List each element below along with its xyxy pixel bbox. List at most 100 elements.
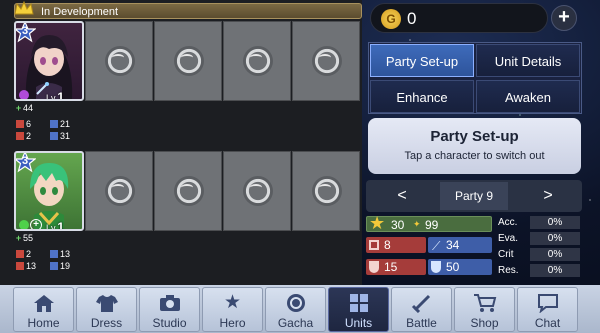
sparkle-icon: ✦ (413, 219, 421, 229)
wand-icon: ⟋ (432, 239, 441, 253)
character-card[interactable]: 3 + Lv.1 (14, 151, 84, 231)
atk-stat: 2 (16, 249, 31, 259)
crit-row: Crit 0% (496, 248, 582, 262)
nav-studio[interactable]: Studio (139, 287, 200, 332)
level-label: Lv.1 (46, 220, 65, 231)
bottom-nav: Home Dress Studio ★ Hero Gacha Units Bat… (0, 285, 600, 333)
grid-icon (329, 291, 388, 315)
def-stat: 13 (16, 261, 36, 271)
resist-row: Res. 0% (496, 264, 582, 278)
party-pager: < Party 9 > (366, 180, 582, 212)
empty-slot[interactable] (154, 21, 222, 101)
nav-hero[interactable]: ★ Hero (202, 287, 263, 332)
party-res-stat: 50 (428, 259, 492, 275)
empty-orb-icon (243, 176, 273, 206)
gold-coin-icon: G (381, 9, 401, 29)
party-row-1: 3 Lv.1 +44 6 21 2 31 (14, 21, 362, 151)
empty-orb-icon (105, 176, 135, 206)
magic-shield-icon (50, 132, 58, 140)
heal-plus-icon: + (15, 103, 22, 113)
prev-party-button[interactable]: < (380, 180, 424, 212)
title-banner: In Development (14, 3, 362, 19)
magic-icon (50, 120, 58, 128)
empty-slot[interactable] (85, 151, 153, 231)
atk-stat: 6 (16, 119, 31, 129)
character-card[interactable]: 3 Lv.1 (14, 21, 84, 101)
mag-stat: 13 (50, 249, 70, 259)
shield-icon (369, 261, 379, 273)
unit-menu: Party Set-up Unit Details Enhance Awaken (368, 42, 582, 114)
nav-shop[interactable]: Shop (454, 287, 515, 332)
nav-units[interactable]: Units (328, 287, 389, 332)
chat-icon (518, 291, 577, 315)
info-subtitle: Tap a character to switch out (404, 150, 545, 162)
heal-plus-icon: + (15, 233, 22, 243)
healer-plus-icon: + (30, 219, 42, 229)
nav-battle[interactable]: Battle (391, 287, 452, 332)
camera-icon (140, 291, 199, 315)
enhance-button[interactable]: Enhance (370, 80, 474, 113)
info-title: Party Set-up (430, 128, 519, 145)
magic-shield-icon (50, 262, 58, 270)
empty-slot[interactable] (223, 151, 291, 231)
add-gold-button[interactable]: + (551, 5, 577, 31)
empty-slot[interactable] (292, 21, 360, 101)
element-dark-icon (19, 90, 29, 99)
gold-amount: 0 (407, 9, 417, 28)
awaken-button[interactable]: Awaken (476, 80, 580, 113)
attack-icon (369, 240, 379, 250)
empty-orb-icon (105, 46, 135, 76)
gold-counter: G 0 (370, 3, 548, 33)
nav-chat[interactable]: Chat (517, 287, 578, 332)
level-label: Lv.1 (46, 90, 65, 101)
mag-stat: 21 (50, 119, 70, 129)
nav-gacha[interactable]: Gacha (265, 287, 326, 332)
def-stat: 2 (16, 131, 31, 141)
star-icon: ★ (369, 213, 386, 233)
empty-orb-icon (174, 176, 204, 206)
unit-details-button[interactable]: Unit Details (476, 44, 580, 77)
attack-icon (16, 250, 24, 258)
star-icon: ★ (223, 292, 242, 313)
orb-icon (266, 291, 325, 315)
party-setup-button[interactable]: Party Set-up (370, 44, 474, 77)
crown-icon (14, 0, 36, 20)
party-def-stat: 15 (366, 259, 426, 275)
empty-slot[interactable] (154, 151, 222, 231)
shield-icon (16, 132, 24, 140)
accuracy-row: Acc. 0% (496, 216, 582, 230)
party-atk-stat: 8 (366, 237, 426, 253)
empty-orb-icon (312, 46, 342, 76)
party-name: Party 9 (440, 182, 508, 210)
nav-dress[interactable]: Dress (76, 287, 137, 332)
attack-icon (16, 120, 24, 128)
rank-badge: 3 (16, 153, 37, 173)
nav-home[interactable]: Home (13, 287, 74, 332)
star-power-stat: ★ 30 ✦ 99 (366, 213, 492, 233)
hp-stat: +44 (15, 103, 34, 113)
party-mag-stat: ⟋ 34 (428, 237, 492, 253)
next-party-button[interactable]: > (526, 180, 570, 212)
shirt-icon (77, 291, 136, 315)
res-stat: 19 (50, 261, 70, 271)
shield-icon (16, 262, 24, 270)
empty-orb-icon (174, 46, 204, 76)
sword-icon (392, 291, 451, 315)
empty-slot[interactable] (85, 21, 153, 101)
party-row-2: 3 + Lv.1 +55 2 13 13 19 (14, 151, 362, 281)
evasion-row: Eva. 0% (496, 232, 582, 246)
info-card: Party Set-up Tap a character to switch o… (368, 118, 581, 174)
empty-orb-icon (312, 176, 342, 206)
empty-slot[interactable] (292, 151, 360, 231)
title-text: In Development (41, 6, 119, 18)
empty-slot[interactable] (223, 21, 291, 101)
home-icon (14, 291, 73, 315)
rank-badge: 3 (16, 23, 37, 43)
magic-icon (50, 250, 58, 258)
magic-shield-icon (431, 261, 441, 273)
res-stat: 31 (50, 131, 70, 141)
cart-icon (455, 291, 514, 315)
party-stats: ★ 30 ✦ 99 8 ⟋ 34 15 50 Acc. 0% Eva. 0% Cri… (366, 213, 582, 280)
element-wind-icon (19, 220, 29, 229)
empty-orb-icon (243, 46, 273, 76)
